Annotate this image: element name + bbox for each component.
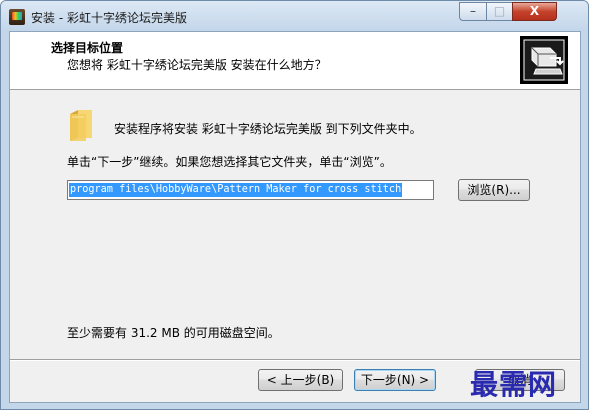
wizard-client-area: 选择目标位置 您想将 彩虹十字绣论坛完美版 安装在什么地方？ 安装程序将安装 彩… — [9, 31, 581, 403]
back-button[interactable]: < 上一步(B) — [258, 369, 343, 391]
window-title: 安装 - 彩虹十字绣论坛完美版 — [31, 11, 187, 25]
footer-separator — [10, 359, 580, 361]
close-button[interactable]: X — [512, 2, 557, 21]
page-subtitle: 您想将 彩虹十字绣论坛完美版 安装在什么地方？ — [67, 58, 327, 72]
wizard-header: 选择目标位置 您想将 彩虹十字绣论坛完美版 安装在什么地方？ — [10, 32, 580, 90]
page-title: 选择目标位置 — [51, 41, 124, 55]
installer-window: 安装 - 彩虹十字绣论坛完美版 – □ X 选择目标位置 您想将 彩虹十字绣论坛… — [0, 0, 589, 410]
install-info-text: 安装程序将安装 彩虹十字绣论坛完美版 到下列文件夹中。 — [114, 122, 422, 136]
app-icon — [9, 9, 25, 25]
install-path-value: program files\HobbyWare\Pattern Maker fo… — [69, 183, 403, 197]
browse-button[interactable]: 浏览(R)... — [458, 179, 530, 201]
title-bar[interactable]: 安装 - 彩虹十字绣论坛完美版 – □ X — [1, 1, 588, 31]
disk-space-text: 至少需要有 31.2 MB 的可用磁盘空间。 — [67, 326, 280, 340]
minimize-button[interactable]: – — [459, 2, 487, 21]
install-path-input[interactable]: program files\HobbyWare\Pattern Maker fo… — [67, 180, 434, 200]
watermark-text: 最需网 — [470, 368, 558, 401]
instruction-text: 单击“下一步”继续。如果您想选择其它文件夹，单击“浏览”。 — [67, 155, 392, 169]
computer-install-icon — [520, 36, 568, 84]
folder-icon — [70, 110, 92, 141]
next-button[interactable]: 下一步(N) > — [354, 369, 436, 391]
maximize-button[interactable]: □ — [486, 2, 513, 21]
